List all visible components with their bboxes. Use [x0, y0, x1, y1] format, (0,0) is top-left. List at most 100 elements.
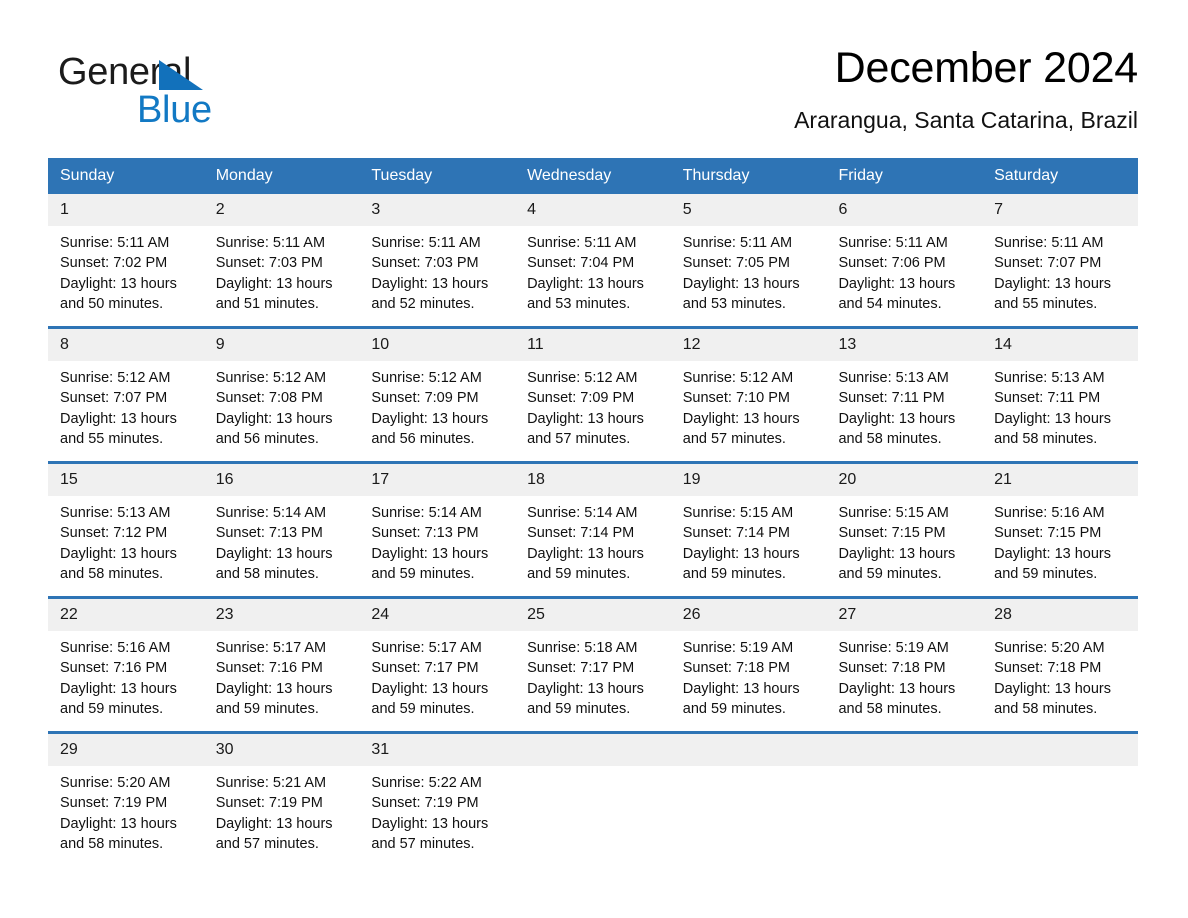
sunset-line: Sunset: 7:14 PM: [527, 525, 635, 542]
daylight-line: Daylight: 13 hours: [682, 680, 800, 697]
day-cell[interactable]: 11 Sunrise: 5:12 AM Sunset: 7:09 PM Dayl…: [515, 326, 671, 463]
day-cell[interactable]: 10 Sunrise: 5:12 AM Sunset: 7:09 PM Dayl…: [359, 326, 516, 463]
day-number: 19: [670, 464, 827, 496]
daylight-line-cont: and 56 minutes.: [215, 430, 319, 447]
day-cell-empty: [670, 731, 827, 866]
sunrise-line: Sunrise: 5:11 AM: [682, 235, 793, 251]
day-cell[interactable]: 1 Sunrise: 5:11 AM Sunset: 7:02 PM Dayli…: [48, 194, 204, 328]
day-info: Sunrise: 5:13 AM Sunset: 7:11 PM Dayligh…: [826, 361, 982, 449]
daylight-line-cont: and 59 minutes.: [682, 565, 786, 582]
day-cell[interactable]: 3 Sunrise: 5:11 AM Sunset: 7:03 PM Dayli…: [359, 194, 516, 328]
daylight-line-cont: and 58 minutes.: [994, 700, 1098, 717]
sunrise-line: Sunrise: 5:11 AM: [215, 235, 326, 251]
day-cell[interactable]: 15 Sunrise: 5:13 AM Sunset: 7:12 PM Dayl…: [48, 461, 204, 598]
sunset-line: Sunset: 7:11 PM: [838, 390, 945, 407]
day-cell-empty: [515, 731, 671, 866]
day-cell[interactable]: 13 Sunrise: 5:13 AM Sunset: 7:11 PM Dayl…: [826, 326, 983, 463]
weekday-header-friday: Friday: [826, 158, 983, 194]
weekday-header-thursday: Thursday: [670, 158, 827, 194]
sunrise-line: Sunrise: 5:12 AM: [527, 370, 638, 386]
day-number: 18: [515, 464, 671, 496]
sunset-line: Sunset: 7:14 PM: [682, 525, 790, 542]
sunset-line: Sunset: 7:03 PM: [215, 255, 323, 272]
day-cell-empty: [826, 731, 983, 866]
calendar-week-row: 29 Sunrise: 5:20 AM Sunset: 7:19 PM Dayl…: [48, 731, 1138, 866]
day-number: 6: [826, 194, 983, 226]
sunset-line: Sunset: 7:06 PM: [838, 255, 946, 272]
sunset-line: Sunset: 7:18 PM: [682, 660, 790, 677]
day-cell[interactable]: 21 Sunrise: 5:16 AM Sunset: 7:15 PM Dayl…: [982, 461, 1138, 598]
sunset-line: Sunset: 7:19 PM: [60, 795, 168, 812]
sunset-line: Sunset: 7:10 PM: [682, 390, 790, 407]
daylight-line-cont: and 59 minutes.: [60, 700, 164, 717]
day-number: 20: [826, 464, 983, 496]
daylight-line: Daylight: 13 hours: [994, 275, 1111, 292]
sunset-line: Sunset: 7:02 PM: [60, 255, 168, 272]
daylight-line-cont: and 58 minutes.: [60, 565, 164, 582]
day-info: Sunrise: 5:11 AM Sunset: 7:02 PM Dayligh…: [48, 226, 204, 314]
day-number: 12: [670, 329, 827, 361]
daylight-line-cont: and 58 minutes.: [60, 835, 164, 852]
daylight-line: Daylight: 13 hours: [527, 410, 644, 427]
day-cell[interactable]: 23 Sunrise: 5:17 AM Sunset: 7:16 PM Dayl…: [203, 596, 360, 733]
day-cell[interactable]: 31 Sunrise: 5:22 AM Sunset: 7:19 PM Dayl…: [359, 731, 516, 866]
sunset-line: Sunset: 7:07 PM: [60, 390, 168, 407]
weekday-header-sunday: Sunday: [48, 158, 204, 194]
day-cell[interactable]: 8 Sunrise: 5:12 AM Sunset: 7:07 PM Dayli…: [48, 326, 204, 463]
day-number: 10: [359, 329, 516, 361]
sunrise-line: Sunrise: 5:11 AM: [527, 235, 637, 251]
day-cell[interactable]: 9 Sunrise: 5:12 AM Sunset: 7:08 PM Dayli…: [203, 326, 360, 463]
day-cell[interactable]: 5 Sunrise: 5:11 AM Sunset: 7:05 PM Dayli…: [670, 194, 827, 328]
daylight-line-cont: and 57 minutes.: [682, 430, 786, 447]
day-cell[interactable]: 25 Sunrise: 5:18 AM Sunset: 7:17 PM Dayl…: [515, 596, 671, 733]
sunset-line: Sunset: 7:09 PM: [371, 390, 479, 407]
sunset-line: Sunset: 7:03 PM: [371, 255, 479, 272]
page-subtitle: Ararangua, Santa Catarina, Brazil: [794, 107, 1138, 133]
day-cell[interactable]: 22 Sunrise: 5:16 AM Sunset: 7:16 PM Dayl…: [48, 596, 204, 733]
brand-name-blue: Blue: [137, 89, 212, 131]
day-cell[interactable]: 20 Sunrise: 5:15 AM Sunset: 7:15 PM Dayl…: [826, 461, 983, 598]
day-info: Sunrise: 5:14 AM Sunset: 7:13 PM Dayligh…: [204, 496, 360, 584]
daylight-line-cont: and 57 minutes.: [527, 430, 631, 447]
day-cell[interactable]: 29 Sunrise: 5:20 AM Sunset: 7:19 PM Dayl…: [48, 731, 204, 866]
day-number: 29: [48, 734, 204, 766]
sunset-line: Sunset: 7:15 PM: [994, 525, 1102, 542]
day-cell[interactable]: 12 Sunrise: 5:12 AM Sunset: 7:10 PM Dayl…: [670, 326, 827, 463]
day-number: 23: [203, 599, 360, 631]
day-cell[interactable]: 16 Sunrise: 5:14 AM Sunset: 7:13 PM Dayl…: [203, 461, 360, 598]
day-cell[interactable]: 4 Sunrise: 5:11 AM Sunset: 7:04 PM Dayli…: [515, 194, 671, 328]
sunrise-line: Sunrise: 5:12 AM: [60, 370, 171, 386]
daylight-line-cont: and 52 minutes.: [371, 295, 475, 312]
sunrise-line: Sunrise: 5:11 AM: [371, 235, 481, 251]
day-number: 26: [670, 599, 827, 631]
day-info: Sunrise: 5:11 AM Sunset: 7:06 PM Dayligh…: [826, 226, 982, 314]
day-cell[interactable]: 30 Sunrise: 5:21 AM Sunset: 7:19 PM Dayl…: [203, 731, 360, 866]
day-cell[interactable]: 24 Sunrise: 5:17 AM Sunset: 7:17 PM Dayl…: [359, 596, 516, 733]
day-cell[interactable]: 27 Sunrise: 5:19 AM Sunset: 7:18 PM Dayl…: [826, 596, 983, 733]
daylight-line-cont: and 54 minutes.: [838, 295, 942, 312]
day-cell[interactable]: 19 Sunrise: 5:15 AM Sunset: 7:14 PM Dayl…: [670, 461, 827, 598]
sunrise-line: Sunrise: 5:15 AM: [838, 505, 949, 521]
daylight-line: Daylight: 13 hours: [60, 275, 177, 292]
daylight-line-cont: and 59 minutes.: [527, 565, 631, 582]
day-cell[interactable]: 26 Sunrise: 5:19 AM Sunset: 7:18 PM Dayl…: [670, 596, 827, 733]
day-cell[interactable]: 2 Sunrise: 5:11 AM Sunset: 7:03 PM Dayli…: [203, 194, 360, 328]
day-cell[interactable]: 28 Sunrise: 5:20 AM Sunset: 7:18 PM Dayl…: [982, 596, 1138, 733]
daylight-line: Daylight: 13 hours: [838, 680, 956, 697]
title-block: December 2024 Ararangua, Santa Catarina,…: [794, 42, 1138, 134]
sunset-line: Sunset: 7:13 PM: [371, 525, 479, 542]
daylight-line: Daylight: 13 hours: [527, 275, 644, 292]
day-info: Sunrise: 5:12 AM Sunset: 7:09 PM Dayligh…: [359, 361, 515, 449]
day-number: 2: [203, 194, 360, 226]
day-cell[interactable]: 7 Sunrise: 5:11 AM Sunset: 7:07 PM Dayli…: [982, 194, 1138, 328]
daylight-line-cont: and 59 minutes.: [838, 565, 942, 582]
day-info: Sunrise: 5:18 AM Sunset: 7:17 PM Dayligh…: [515, 631, 671, 719]
day-info: Sunrise: 5:19 AM Sunset: 7:18 PM Dayligh…: [671, 631, 827, 719]
sunrise-line: Sunrise: 5:13 AM: [838, 370, 949, 386]
day-cell[interactable]: 14 Sunrise: 5:13 AM Sunset: 7:11 PM Dayl…: [982, 326, 1138, 463]
day-cell[interactable]: 6 Sunrise: 5:11 AM Sunset: 7:06 PM Dayli…: [826, 194, 983, 328]
day-cell[interactable]: 18 Sunrise: 5:14 AM Sunset: 7:14 PM Dayl…: [515, 461, 671, 598]
day-cell[interactable]: 17 Sunrise: 5:14 AM Sunset: 7:13 PM Dayl…: [359, 461, 516, 598]
sunrise-line: Sunrise: 5:16 AM: [994, 505, 1105, 521]
day-info: Sunrise: 5:21 AM Sunset: 7:19 PM Dayligh…: [204, 766, 360, 854]
